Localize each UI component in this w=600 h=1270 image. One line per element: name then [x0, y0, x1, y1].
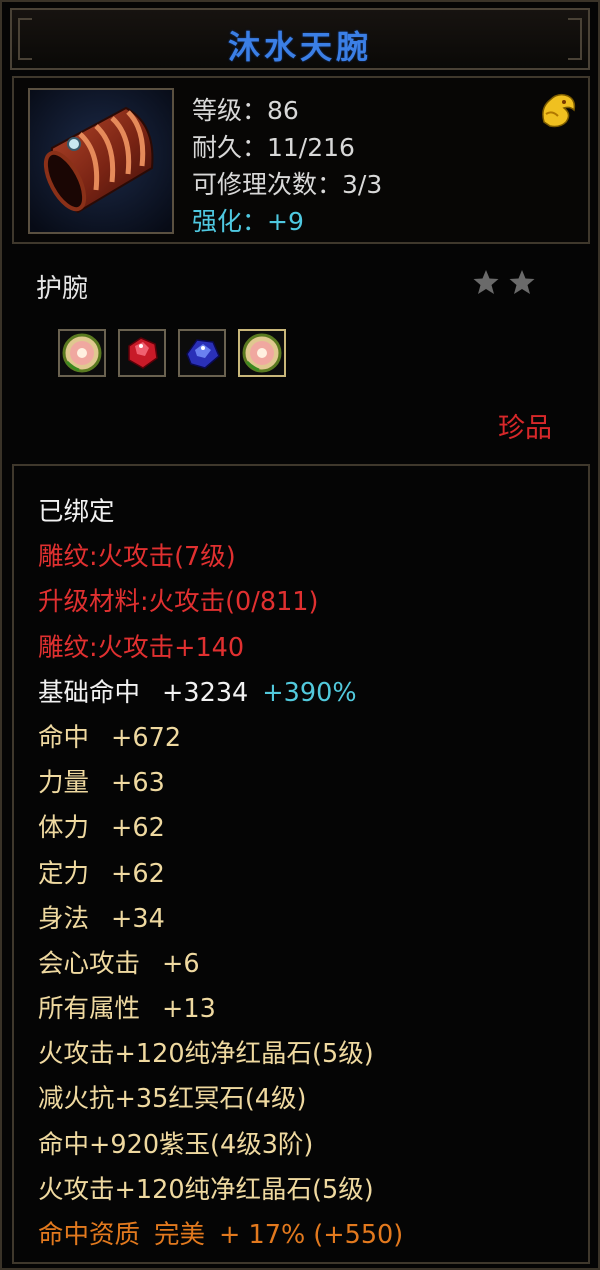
bracer-icon[interactable]: [28, 88, 174, 234]
gem-flower-icon: [242, 333, 282, 373]
bound-status: 已绑定: [38, 497, 115, 527]
gem-ruby-icon: [128, 337, 158, 369]
quality-label: 命中资质: [38, 1220, 141, 1250]
base-hit-percent: +390%: [262, 677, 357, 708]
upgrade-material-line: 升级材料:火攻击(0/811): [38, 587, 319, 618]
item-name: 沐水天腕: [227, 28, 372, 66]
item-durability: 耐久：11/216: [192, 133, 355, 162]
star-icon: [473, 270, 499, 294]
item-tooltip: 沐水天腕 等级：86 耐久：11/216 可修理次数：3/3 强化：+9 护腕 …: [0, 0, 600, 1270]
stat-value: +672: [111, 722, 182, 753]
gem-effect-line: 火攻击+120纯净红晶石(5级): [38, 1039, 374, 1070]
stat-label: 命中: [38, 722, 90, 753]
stat-line: 定力 +62: [38, 852, 403, 897]
stat-label: 体力: [38, 813, 90, 844]
attributes-list: 已绑定 雕纹:火攻击(7级) 升级材料:火攻击(0/811) 雕纹:火攻击+14…: [38, 490, 403, 1258]
stat-line: 身法 +34: [38, 897, 403, 942]
item-level: 等级：86: [192, 96, 299, 125]
quality-line: 命中资质 完美 + 17% (+550): [38, 1213, 403, 1258]
quality-value: + 17% (+550): [219, 1220, 404, 1250]
stat-line: 命中 +672: [38, 716, 403, 761]
gem-slots: [58, 329, 286, 377]
stat-label: 会心攻击: [38, 948, 141, 979]
stat-label: 力量: [38, 768, 90, 799]
star-rating: [472, 268, 536, 296]
stat-label: 定力: [38, 858, 90, 889]
dragon-badge-icon: [536, 88, 580, 132]
item-rarity: 珍品: [498, 413, 552, 444]
engrave-line: 雕纹:火攻击(7级): [38, 542, 236, 573]
quality-grade: 完美: [154, 1220, 206, 1250]
title-bar: 沐水天腕: [10, 8, 590, 70]
stat-value: +6: [162, 948, 200, 979]
gem-slot-3[interactable]: [178, 329, 226, 377]
gem-slot-2[interactable]: [118, 329, 166, 377]
gem-slot-1[interactable]: [58, 329, 106, 377]
stat-label: 所有属性: [38, 994, 141, 1025]
stat-value: +63: [111, 768, 165, 799]
base-hit-label: 基础命中: [38, 677, 141, 708]
gem-effect-line: 命中+920紫玉(4级3阶): [38, 1129, 314, 1160]
gem-effect-line: 火攻击+120纯净红晶石(5级): [38, 1174, 374, 1205]
gem-sapphire-icon: [186, 339, 220, 369]
engrave-bonus-line: 雕纹:火攻击+140: [38, 632, 245, 663]
stat-value: +62: [111, 813, 165, 844]
stat-line: 所有属性 +13: [38, 987, 403, 1032]
item-info-panel: 等级：86 耐久：11/216 可修理次数：3/3 强化：+9: [12, 76, 590, 244]
gem-effect-line: 减火抗+35红冥石(4级): [38, 1084, 307, 1115]
stat-value: +13: [162, 994, 216, 1025]
stat-label: 身法: [38, 903, 90, 934]
item-type: 护腕: [36, 274, 89, 304]
item-enhance: 强化：+9: [192, 207, 304, 236]
stat-value: +62: [111, 858, 165, 889]
stat-line: 力量 +63: [38, 761, 403, 806]
item-repair-count: 可修理次数：3/3: [192, 170, 383, 199]
base-hit-value: +3234: [162, 677, 249, 708]
gem-flower-icon: [62, 333, 102, 373]
attributes-panel: 已绑定 雕纹:火攻击(7级) 升级材料:火攻击(0/811) 雕纹:火攻击+14…: [12, 464, 590, 1264]
stat-line: 会心攻击 +6: [38, 942, 403, 987]
stat-line: 体力 +62: [38, 806, 403, 851]
base-hit-line: 基础命中 +3234 +390%: [38, 671, 403, 716]
item-info-lines: 等级：86 耐久：11/216 可修理次数：3/3 强化：+9: [192, 92, 382, 240]
stat-value: +34: [111, 903, 165, 934]
star-icon: [509, 270, 535, 294]
gem-slot-4[interactable]: [238, 329, 286, 377]
